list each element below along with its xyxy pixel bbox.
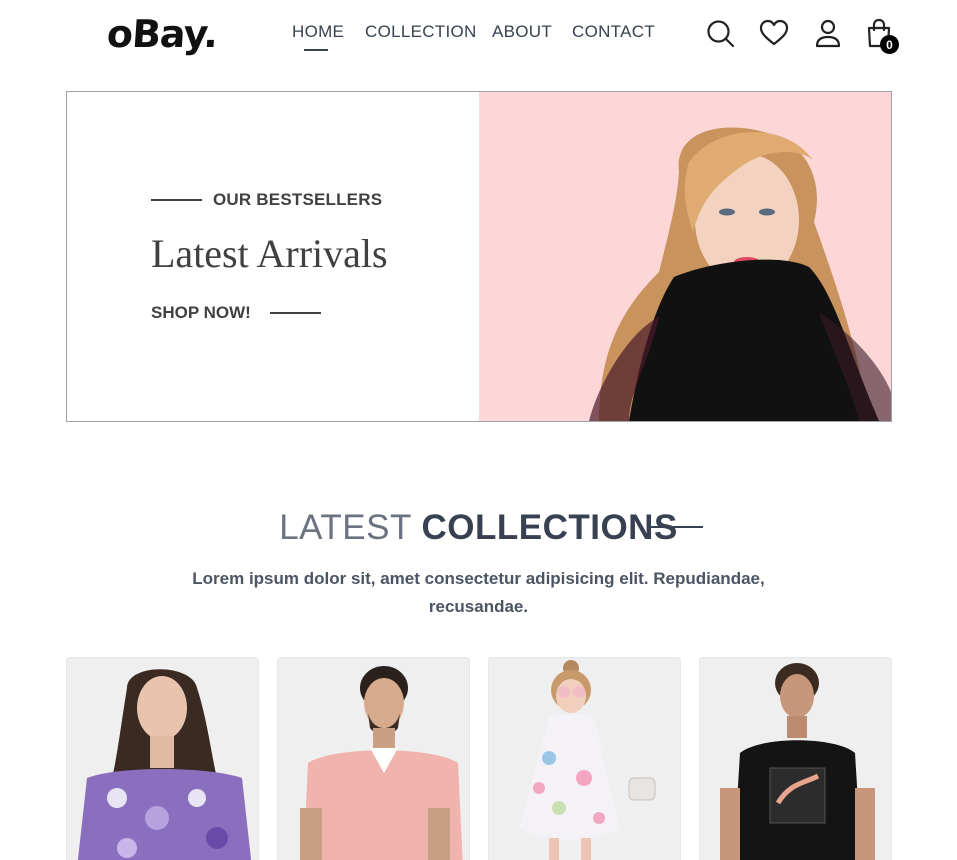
nav-about[interactable]: ABOUT <box>492 22 552 42</box>
site-header: oBay. HOME COLLECTION ABOUT CONTACT 0 <box>0 0 957 75</box>
product-image-girl-floral-dress <box>489 658 680 860</box>
cart-count-badge: 0 <box>880 35 899 54</box>
product-card[interactable] <box>488 657 681 860</box>
search-icon[interactable] <box>705 18 735 48</box>
product-card[interactable] <box>699 657 892 860</box>
heart-icon[interactable] <box>759 18 789 48</box>
nav-active-underline <box>304 49 328 51</box>
nav-contact[interactable]: CONTACT <box>572 22 655 42</box>
user-icon[interactable] <box>813 18 843 48</box>
eyebrow-line <box>151 199 202 201</box>
product-image-woman-floral-top <box>67 658 258 860</box>
collections-title-line <box>647 526 703 528</box>
nav-collection[interactable]: COLLECTION <box>365 22 477 42</box>
hero-model-illustration <box>479 92 891 421</box>
product-card[interactable] <box>66 657 259 860</box>
shop-now-link[interactable]: SHOP NOW! <box>151 303 251 323</box>
brand-logo[interactable]: oBay. <box>105 12 218 56</box>
product-image-man-pink-polo <box>278 658 469 860</box>
nav-home[interactable]: HOME <box>292 22 344 42</box>
hero-eyebrow: OUR BESTSELLERS <box>213 190 383 209</box>
collections-title-light: LATEST <box>279 508 412 547</box>
product-card[interactable] <box>277 657 470 860</box>
hero-text-panel: OUR BESTSELLERS Latest Arrivals SHOP NOW… <box>67 92 479 421</box>
hero-image <box>479 92 891 421</box>
product-image-man-black-tshirt <box>700 658 891 860</box>
collections-description: Lorem ipsum dolor sit, amet consectetur … <box>192 569 765 616</box>
cta-line <box>270 312 321 314</box>
collections-title: LATEST COLLECTIONS <box>0 508 957 548</box>
hero-banner: OUR BESTSELLERS Latest Arrivals SHOP NOW… <box>66 91 892 422</box>
hero-title: Latest Arrivals <box>151 231 388 276</box>
collections-title-bold: COLLECTIONS <box>421 508 678 547</box>
